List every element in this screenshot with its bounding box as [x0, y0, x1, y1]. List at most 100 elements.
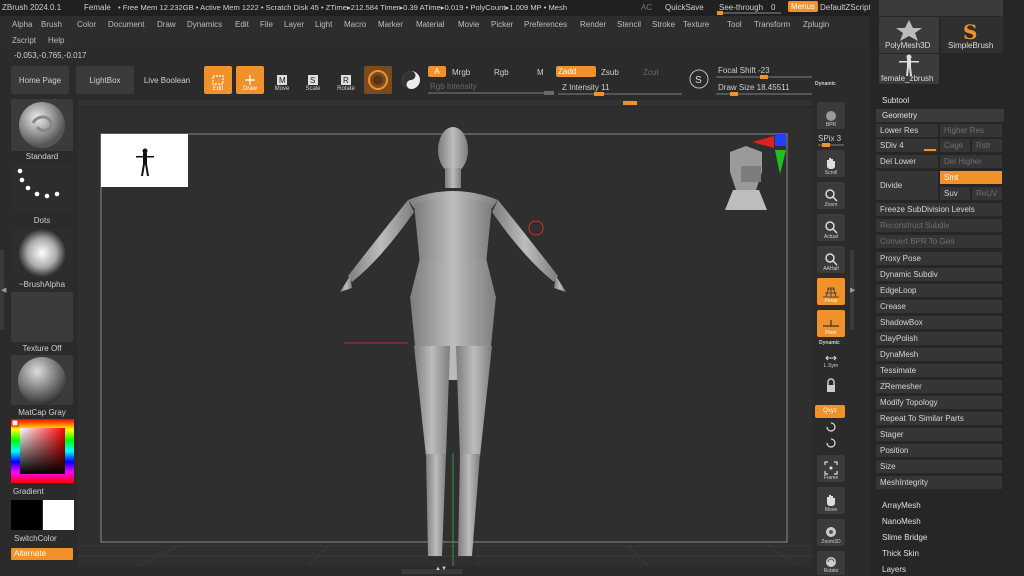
higher-res-button[interactable]: Higher Res: [940, 124, 1002, 137]
spix-slider[interactable]: [818, 143, 844, 147]
brush-thumbnail[interactable]: [11, 99, 73, 151]
menu-layer[interactable]: Layer: [284, 20, 304, 29]
sdiv-knob[interactable]: [924, 149, 936, 151]
cage-button[interactable]: Cage: [940, 139, 970, 152]
geometry-item-stager[interactable]: Stager: [876, 428, 1002, 441]
menu-zplugin[interactable]: Zplugin: [803, 20, 829, 29]
focal-shift-slider[interactable]: [716, 75, 812, 79]
subtool-header[interactable]: Subtool: [882, 96, 909, 105]
main-color-swatch[interactable]: [43, 500, 74, 530]
geometry-item-dynamic-subdiv[interactable]: Dynamic Subdiv: [876, 268, 1002, 281]
geometry-item-proxy-pose[interactable]: Proxy Pose: [876, 252, 1002, 265]
geometry-item-tessimate[interactable]: Tessimate: [876, 364, 1002, 377]
lightbox-button[interactable]: LightBox: [76, 66, 134, 94]
left-tray-arrow-icon[interactable]: ◀: [1, 286, 6, 294]
menu-document[interactable]: Document: [108, 20, 144, 29]
stroke-thumbnail[interactable]: [11, 163, 73, 213]
mrgb-toggle[interactable]: Mrgb: [452, 68, 470, 77]
subpalette-slime-bridge[interactable]: Slime Bridge: [882, 533, 927, 542]
a-toggle[interactable]: A: [428, 66, 446, 77]
polymesh-tool-thumb[interactable]: PolyMesh3D: [879, 17, 939, 53]
floor-button[interactable]: Floor: [817, 310, 845, 337]
material-thumbnail[interactable]: [11, 355, 73, 405]
geometry-item-zremesher[interactable]: ZRemesher: [876, 380, 1002, 393]
simplebrush-tool-thumb[interactable]: S SimpleBrush: [941, 17, 1003, 53]
menu-help[interactable]: Help: [48, 36, 64, 45]
geometry-item-meshintegrity[interactable]: MeshIntegrity: [876, 476, 1002, 489]
geometry-item-dynamesh[interactable]: DynaMesh: [876, 348, 1002, 361]
bottom-tray-arrow-icon[interactable]: ▲▼: [435, 566, 447, 572]
menu-movie[interactable]: Movie: [458, 20, 479, 29]
persp-button[interactable]: Persp: [817, 278, 845, 305]
move-mode-button[interactable]: M Move: [269, 66, 295, 94]
rotate-mode-button[interactable]: R Rotate: [332, 66, 360, 94]
gradient-toggle[interactable]: Gradient: [13, 487, 44, 496]
divide-button[interactable]: Divide: [876, 171, 938, 200]
subpalette-arraymesh[interactable]: ArrayMesh: [882, 501, 921, 510]
geometry-item-reconstruct-subdiv[interactable]: Reconstruct Subdiv: [876, 219, 1002, 232]
z-rotate-button[interactable]: [824, 436, 838, 450]
floor-dynamic-label[interactable]: Dynamic: [819, 340, 840, 346]
zoom3d-button[interactable]: Zoom3D: [817, 519, 845, 546]
move-view-button[interactable]: Move: [817, 487, 845, 514]
menu-zscript[interactable]: Zscript: [12, 36, 36, 45]
seethrough-slider[interactable]: [717, 11, 781, 15]
geometry-item-modify-topology[interactable]: Modify Topology: [876, 396, 1002, 409]
m-toggle[interactable]: M: [537, 68, 544, 77]
menu-transform[interactable]: Transform: [754, 20, 790, 29]
geometry-item-position[interactable]: Position: [876, 444, 1002, 457]
menu-picker[interactable]: Picker: [491, 20, 513, 29]
y-rotate-button[interactable]: [824, 420, 838, 434]
rotate-view-button[interactable]: Rotate: [817, 551, 845, 575]
lsym-button[interactable]: L.Sym: [817, 348, 845, 370]
top-shelf-scroll-knob[interactable]: [623, 101, 637, 105]
suv-toggle[interactable]: Suv: [940, 187, 970, 200]
menus-button[interactable]: Menus: [788, 1, 819, 12]
zoom-button[interactable]: Zoom: [817, 182, 845, 209]
seethrough-knob[interactable]: [717, 11, 723, 15]
switchcolor-button[interactable]: SwitchColor: [14, 534, 57, 543]
draw-size-slider[interactable]: [716, 92, 812, 96]
reuv-button[interactable]: ReUV: [972, 187, 1002, 200]
z-intensity-slider[interactable]: [558, 92, 682, 96]
xyz-toggle[interactable]: Qxyz: [815, 405, 845, 418]
document-canvas[interactable]: [78, 108, 812, 567]
menu-tool[interactable]: Tool: [727, 20, 742, 29]
menu-stroke[interactable]: Stroke: [652, 20, 675, 29]
draw-size-dynamic[interactable]: Dynamic: [815, 81, 836, 87]
menu-edit[interactable]: Edit: [235, 20, 249, 29]
menu-brush[interactable]: Brush: [41, 20, 62, 29]
scroll-button[interactable]: Scroll: [817, 150, 845, 177]
ac-label[interactable]: AC: [641, 3, 652, 12]
secondary-color-swatch[interactable]: [11, 500, 42, 530]
subpalette-layers[interactable]: Layers: [882, 565, 906, 574]
default-zscript[interactable]: DefaultZScript: [820, 3, 871, 12]
scale-mode-button[interactable]: S Scale: [300, 66, 326, 94]
del-lower-button[interactable]: Del Lower: [876, 155, 938, 168]
menu-preferences[interactable]: Preferences: [524, 20, 567, 29]
edit-button[interactable]: Edit: [204, 66, 232, 94]
geometry-item-size[interactable]: Size: [876, 460, 1002, 473]
geometry-item-shadowbox[interactable]: ShadowBox: [876, 316, 1002, 329]
geometry-item-repeat-to-similar-parts[interactable]: Repeat To Similar Parts: [876, 412, 1002, 425]
rgb-intensity-knob[interactable]: [544, 91, 554, 95]
geometry-item-convert-bpr-to-geo[interactable]: Convert BPR To Geo: [876, 235, 1002, 248]
color-picker[interactable]: [11, 419, 74, 483]
rstr-button[interactable]: Rstr: [972, 139, 1002, 152]
spix-knob[interactable]: [822, 143, 830, 147]
menu-render[interactable]: Render: [580, 20, 606, 29]
seethrough-label[interactable]: See-through: [719, 3, 763, 12]
rgb-toggle[interactable]: Rgb: [494, 68, 509, 77]
zcut-toggle[interactable]: Zcut: [643, 68, 659, 77]
live-boolean-button[interactable]: Live Boolean: [139, 66, 195, 94]
bpr-button[interactable]: BPR: [817, 102, 845, 129]
menu-draw[interactable]: Draw: [157, 20, 176, 29]
menu-stencil[interactable]: Stencil: [617, 20, 641, 29]
viewport-scene[interactable]: [78, 108, 812, 567]
smt-toggle[interactable]: Smt: [940, 171, 1002, 184]
z-intensity-knob[interactable]: [594, 92, 604, 96]
alternate-toggle[interactable]: Alternate: [11, 548, 73, 560]
subpalette-thick-skin[interactable]: Thick Skin: [882, 549, 919, 558]
menu-file[interactable]: File: [260, 20, 273, 29]
bottom-tray-handle[interactable]: [402, 569, 462, 574]
